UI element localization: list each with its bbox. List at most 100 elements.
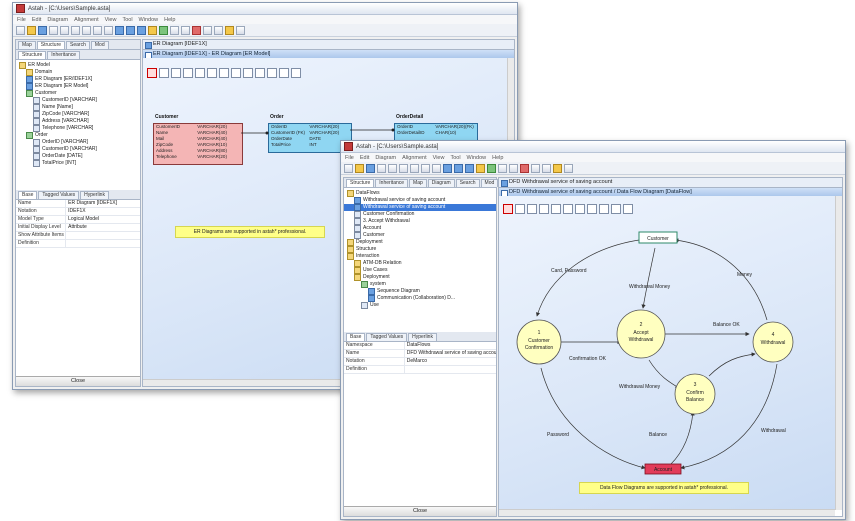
- tab-map[interactable]: Map: [18, 41, 36, 49]
- redo-icon[interactable]: [432, 163, 441, 173]
- font-color-icon[interactable]: [192, 25, 201, 35]
- back-arrow-icon[interactable]: [476, 163, 485, 173]
- line-style-icon[interactable]: [203, 25, 212, 35]
- line-style-icon[interactable]: [531, 163, 540, 173]
- flow-account-to-p3[interactable]: [670, 411, 695, 465]
- menu-tool[interactable]: Tool: [122, 17, 132, 23]
- menu-tool[interactable]: Tool: [450, 155, 460, 161]
- er-window-titlebar[interactable]: Astah - [C:\Users\Sample.asta]: [13, 3, 517, 15]
- menu-edit[interactable]: Edit: [360, 155, 369, 161]
- tree-item[interactable]: Customer: [344, 232, 496, 239]
- dfd-diagram-canvas[interactable]: Customer 1 Customer Confirmation 2 Accep…: [499, 196, 835, 510]
- zoom-in-icon[interactable]: [443, 163, 452, 173]
- menu-view[interactable]: View: [105, 17, 117, 23]
- flow-customer-to-p1[interactable]: [535, 239, 640, 317]
- tab-inheritance[interactable]: Inheritance: [47, 51, 81, 59]
- dfd-horizontal-scrollbar[interactable]: [499, 509, 835, 516]
- dfd-support-note[interactable]: Data Flow Diagrams are supported in asta…: [579, 482, 749, 494]
- cut-icon[interactable]: [60, 25, 69, 35]
- tree-item[interactable]: Sequence Diagram: [344, 288, 496, 295]
- zoom-fit-icon[interactable]: [465, 163, 474, 173]
- redo-icon[interactable]: [104, 25, 113, 35]
- tree-item[interactable]: Use: [344, 302, 496, 309]
- dfd-vertical-scrollbar[interactable]: [835, 196, 842, 510]
- flow-customer-to-p2[interactable]: [641, 247, 656, 309]
- tree-item[interactable]: Address [VARCHAR]: [16, 118, 140, 125]
- group-icon[interactable]: [542, 163, 551, 173]
- tree-item[interactable]: ZipCode [VARCHAR]: [16, 111, 140, 118]
- align-icon[interactable]: [170, 25, 179, 35]
- menu-alignment[interactable]: Alignment: [402, 155, 426, 161]
- tab-structure[interactable]: Structure: [36, 41, 66, 49]
- tree-item[interactable]: 3. Accept Withdrawal: [344, 218, 496, 225]
- tree-item[interactable]: OrderDate [DATE]: [16, 153, 140, 160]
- property-value[interactable]: Attribute: [65, 224, 140, 231]
- tree-item[interactable]: ER Model: [16, 62, 140, 69]
- tree-item[interactable]: Name [Name]: [16, 104, 140, 111]
- er-support-note[interactable]: ER Diagrams are supported in astah* prof…: [175, 226, 325, 238]
- tab-search[interactable]: Search: [455, 179, 480, 187]
- zoom-out-icon[interactable]: [126, 25, 135, 35]
- property-value[interactable]: [65, 240, 140, 247]
- tree-item[interactable]: CustomerID [VARCHAR]: [16, 146, 140, 153]
- tab-map[interactable]: Map: [409, 179, 427, 187]
- property-value[interactable]: DeMarco: [403, 358, 496, 365]
- dfd-window-titlebar[interactable]: Astah - [C:\Users\Sample.asta]: [341, 141, 845, 153]
- tree-item[interactable]: Domain: [16, 69, 140, 76]
- tab-inheritance[interactable]: Inheritance: [375, 179, 409, 187]
- tree-item[interactable]: Use Cases: [344, 267, 496, 274]
- tree-item[interactable]: ER Diagram [ER Model]: [16, 83, 140, 90]
- property-value[interactable]: IDEF1X: [65, 208, 140, 215]
- tree-item[interactable]: Interaction: [344, 253, 496, 260]
- tab-structure-sub[interactable]: Structure: [18, 51, 47, 59]
- menu-diagram[interactable]: Diagram: [47, 17, 68, 23]
- print-icon[interactable]: [377, 163, 386, 173]
- paste-icon[interactable]: [410, 163, 419, 173]
- tab-mod[interactable]: Mod: [480, 179, 499, 187]
- menu-file[interactable]: File: [345, 155, 354, 161]
- note-icon[interactable]: [225, 25, 234, 35]
- menu-view[interactable]: View: [433, 155, 445, 161]
- tab-diagram[interactable]: Diagram: [427, 179, 455, 187]
- dfd-document-tab[interactable]: DFD Withdrawal service of saving account: [499, 178, 842, 188]
- menu-edit[interactable]: Edit: [32, 17, 41, 23]
- zoom-fit-icon[interactable]: [137, 25, 146, 35]
- tree-item[interactable]: Communication (Collaboration) D...: [344, 295, 496, 302]
- tab-mod[interactable]: Mod: [90, 41, 109, 49]
- cut-icon[interactable]: [388, 163, 397, 173]
- forward-arrow-icon[interactable]: [159, 25, 168, 35]
- new-file-icon[interactable]: [344, 163, 353, 173]
- tree-item[interactable]: Withdrawal service of saving account: [344, 197, 496, 204]
- menu-window[interactable]: Window: [139, 17, 159, 23]
- undo-icon[interactable]: [421, 163, 430, 173]
- tree-item[interactable]: Customer: [16, 90, 140, 97]
- grid-icon[interactable]: [564, 163, 573, 173]
- save-icon[interactable]: [38, 25, 47, 35]
- tree-item[interactable]: CustomerID [VARCHAR]: [16, 97, 140, 104]
- tree-item[interactable]: Telephone [VARCHAR]: [16, 125, 140, 132]
- tree-item[interactable]: Deployment: [344, 274, 496, 281]
- tree-item[interactable]: Order: [16, 132, 140, 139]
- dfd-close-button[interactable]: Close: [344, 506, 496, 516]
- property-value[interactable]: [65, 232, 140, 239]
- tab-base[interactable]: Base: [346, 333, 366, 341]
- paste-icon[interactable]: [82, 25, 91, 35]
- property-value[interactable]: Logical Model: [65, 216, 140, 223]
- tree-item[interactable]: system: [344, 281, 496, 288]
- undo-icon[interactable]: [93, 25, 102, 35]
- layout-icon[interactable]: [509, 163, 518, 173]
- flow-p1-to-account[interactable]: [540, 367, 646, 470]
- new-file-icon[interactable]: [16, 25, 25, 35]
- er-close-button[interactable]: Close: [16, 376, 140, 386]
- zoom-in-icon[interactable]: [115, 25, 124, 35]
- tab-tagged-values[interactable]: Tagged Values: [38, 191, 80, 199]
- align-icon[interactable]: [498, 163, 507, 173]
- menu-help[interactable]: Help: [164, 17, 175, 23]
- menu-file[interactable]: File: [17, 17, 26, 23]
- tab-hyperlink[interactable]: Hyperlink: [408, 333, 437, 341]
- tree-item[interactable]: ER Diagram [ER/IDEF1X]: [16, 76, 140, 83]
- forward-arrow-icon[interactable]: [487, 163, 496, 173]
- menu-alignment[interactable]: Alignment: [74, 17, 98, 23]
- tab-tagged-values[interactable]: Tagged Values: [366, 333, 408, 341]
- tab-base[interactable]: Base: [18, 191, 38, 199]
